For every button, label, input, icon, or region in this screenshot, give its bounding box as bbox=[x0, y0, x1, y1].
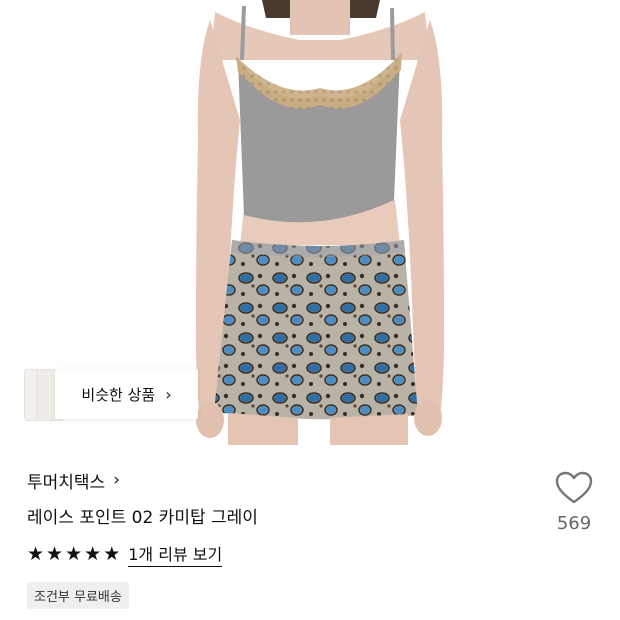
like-button[interactable]: 569 bbox=[548, 471, 600, 534]
product-name: 레이스 포인트 02 카미탑 그레이 bbox=[27, 508, 258, 528]
star-filled-icon: ★ bbox=[46, 542, 64, 565]
brand-name: 투머치택스 bbox=[27, 472, 106, 493]
product-info: 투머치택스 › 레이스 포인트 02 카미탑 그레이 ★ ★ ★ ★ ★ 1개 … bbox=[27, 466, 590, 609]
star-rating: ★ ★ ★ ★ ★ bbox=[27, 542, 121, 565]
similar-products-label: 비슷한 상품 bbox=[81, 385, 156, 404]
star-filled-icon: ★ bbox=[27, 542, 45, 565]
brand-link[interactable]: 투머치택스 › bbox=[27, 466, 590, 494]
star-filled-icon: ★ bbox=[103, 542, 121, 565]
rating-row: ★ ★ ★ ★ ★ 1개 리뷰 보기 bbox=[27, 540, 590, 568]
similar-products-button[interactable]: 비슷한 상품 › bbox=[55, 369, 198, 419]
star-filled-icon: ★ bbox=[84, 542, 102, 565]
chevron-right-icon: › bbox=[113, 470, 121, 490]
review-link[interactable]: 1개 리뷰 보기 bbox=[128, 541, 223, 567]
star-filled-icon: ★ bbox=[65, 542, 83, 565]
chevron-right-icon: › bbox=[165, 384, 172, 404]
heart-outline-icon bbox=[555, 471, 593, 504]
shipping-badge: 조건부 무료배송 bbox=[27, 582, 129, 609]
like-count: 569 bbox=[556, 513, 592, 534]
